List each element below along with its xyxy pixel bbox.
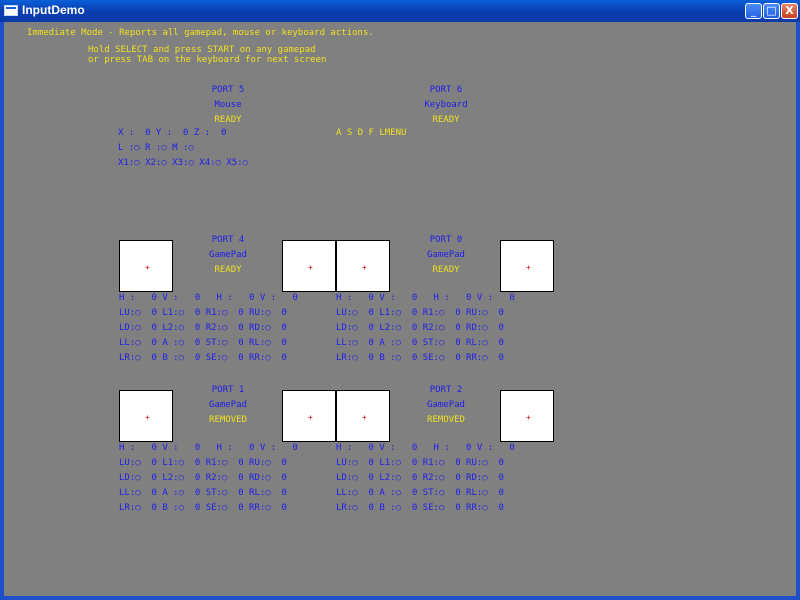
mouse-axes: X : 0 Y : 0 Z : 0 [118,128,227,138]
pad2-row-2: LD:○ 0 L2:○ 0 R2:○ 0 RD:○ 0 [336,473,504,483]
stick-dot: + [526,263,531,272]
pad2-right-stick: + [500,390,554,442]
pad2-left-stick: + [336,390,390,442]
pad4-row-4: LR:○ 0 B :○ 0 SE:○ 0 RR:○ 0 [119,353,287,363]
pad4-status: READY [214,265,242,275]
keyboard-type: Keyboard [424,100,468,110]
pad1-row-2: LD:○ 0 L2:○ 0 R2:○ 0 RD:○ 0 [119,473,287,483]
pad0-row-2: LD:○ 0 L2:○ 0 R2:○ 0 RD:○ 0 [336,323,504,333]
stick-dot: + [145,413,150,422]
pad4-left-stick: + [119,240,173,292]
window-frame-bottom [0,596,800,600]
pad4-type: GamePad [209,250,247,260]
pad4-row-3: LL:○ 0 A :○ 0 ST:○ 0 RL:○ 0 [119,338,287,348]
keyboard-keys: A S D F LMENU [336,128,407,138]
pad0-right-stick: + [500,240,554,292]
keyboard-port: PORT 6 [429,85,463,95]
mouse-status: READY [214,115,242,125]
mouse-buttons: L :○ R :○ M :○ [118,143,194,153]
stick-dot: + [362,413,367,422]
pad1-row-3: LL:○ 0 A :○ 0 ST:○ 0 RL:○ 0 [119,488,287,498]
keyboard-status: READY [432,115,460,125]
app-window: InputDemo _ □ X Immediate Mode - Reports… [0,0,800,600]
pad1-type: GamePad [209,400,247,410]
stick-dot: + [308,413,313,422]
pad4-right-stick: + [282,240,336,292]
pad0-row-3: LL:○ 0 A :○ 0 ST:○ 0 RL:○ 0 [336,338,504,348]
minimize-button[interactable]: _ [745,3,762,19]
pad2-type: GamePad [427,400,465,410]
stick-dot: + [308,263,313,272]
pad0-left-stick: + [336,240,390,292]
pad0-type: GamePad [427,250,465,260]
title-bar[interactable]: InputDemo _ □ X [0,0,800,22]
pad2-row-4: LR:○ 0 B :○ 0 SE:○ 0 RR:○ 0 [336,503,504,513]
pad4-row-2: LD:○ 0 L2:○ 0 R2:○ 0 RD:○ 0 [119,323,287,333]
mouse-extra-buttons: X1:○ X2:○ X3:○ X4:○ X5:○ [118,158,249,168]
pad1-port: PORT 1 [211,385,245,395]
header-line-1: Immediate Mode - Reports all gamepad, mo… [27,28,374,38]
pad2-row-3: LL:○ 0 A :○ 0 ST:○ 0 RL:○ 0 [336,488,504,498]
app-icon [4,5,18,16]
pad0-port: PORT 0 [429,235,463,245]
stick-dot: + [362,263,367,272]
pad2-row-1: LU:○ 0 L1:○ 0 R1:○ 0 RU:○ 0 [336,458,504,468]
mouse-type: Mouse [214,100,242,110]
pad4-hv: H : 0 V : 0 H : 0 V : 0 [119,293,298,303]
pad0-row-1: LU:○ 0 L1:○ 0 R1:○ 0 RU:○ 0 [336,308,504,318]
pad4-row-1: LU:○ 0 L1:○ 0 R1:○ 0 RU:○ 0 [119,308,287,318]
maximize-button[interactable]: □ [763,3,780,19]
pad2-status: REMOVED [427,415,465,425]
pad4-port: PORT 4 [211,235,245,245]
pad1-hv: H : 0 V : 0 H : 0 V : 0 [119,443,298,453]
pad2-hv: H : 0 V : 0 H : 0 V : 0 [336,443,515,453]
demo-canvas: Immediate Mode - Reports all gamepad, mo… [4,22,796,596]
window-frame-right [796,22,800,600]
stick-dot: + [526,413,531,422]
pad1-right-stick: + [282,390,336,442]
pad0-hv: H : 0 V : 0 H : 0 V : 0 [336,293,515,303]
mouse-port: PORT 5 [211,85,245,95]
close-button[interactable]: X [781,3,798,19]
pad1-row-1: LU:○ 0 L1:○ 0 R1:○ 0 RU:○ 0 [119,458,287,468]
window-title: InputDemo [22,3,85,17]
pad1-row-4: LR:○ 0 B :○ 0 SE:○ 0 RR:○ 0 [119,503,287,513]
header-line-3: or press TAB on the keyboard for next sc… [88,55,327,65]
pad2-port: PORT 2 [429,385,463,395]
pad1-status: REMOVED [209,415,247,425]
pad0-status: READY [432,265,460,275]
pad1-left-stick: + [119,390,173,442]
pad0-row-4: LR:○ 0 B :○ 0 SE:○ 0 RR:○ 0 [336,353,504,363]
stick-dot: + [145,263,150,272]
